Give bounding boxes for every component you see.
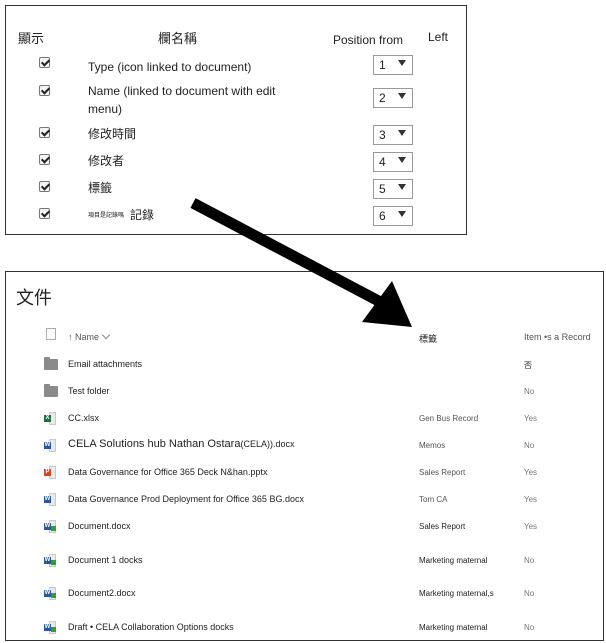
arrow-icon <box>190 198 412 327</box>
